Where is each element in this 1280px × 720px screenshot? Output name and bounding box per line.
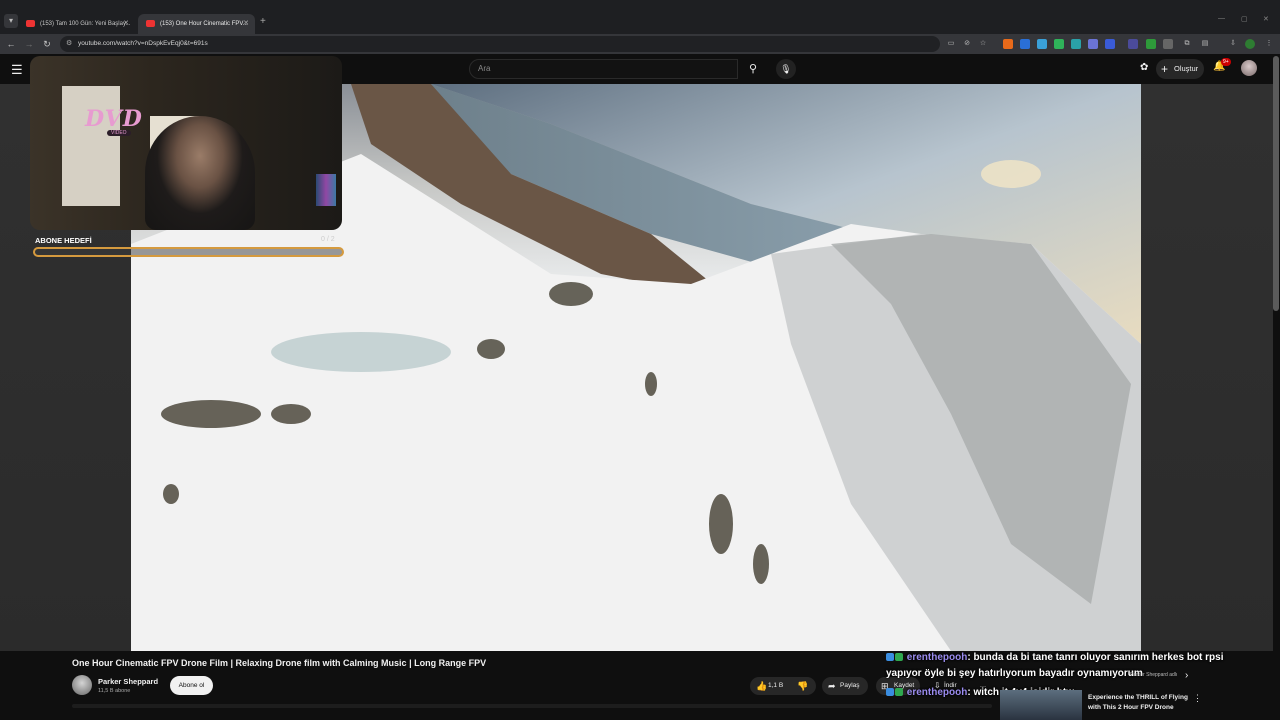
close-window-icon[interactable]: ✕: [1263, 15, 1269, 23]
tab-2[interactable]: (153) One Hour Cinematic FPV... ✕: [138, 14, 255, 34]
share-label: Paylaş: [840, 682, 860, 689]
extension-icon[interactable]: [1037, 39, 1047, 49]
subscriber-goal-bar: [33, 247, 344, 257]
back-icon[interactable]: ←: [4, 37, 18, 51]
channel-name[interactable]: Parker Sheppard: [98, 677, 158, 686]
rgb-pc-case: [316, 174, 336, 206]
dvd-logo: DVD: [85, 106, 143, 132]
tab-1-label: (153) Tam 100 Gün: Yeni Başlay...: [40, 21, 131, 27]
description-box[interactable]: [72, 704, 992, 708]
subscriber-goal-count: 0 / 2: [321, 236, 335, 243]
recommendation-title[interactable]: Experience the THRILL of Flying with Thi…: [1088, 693, 1193, 713]
streamer-figure: [145, 116, 255, 230]
recommendation-menu-icon[interactable]: ⋮: [1193, 693, 1202, 704]
bookmark-star-icon[interactable]: ☆: [978, 39, 988, 49]
subscriber-goal-label: ABONE HEDEFİ: [35, 236, 92, 245]
extension-icon[interactable]: [1163, 39, 1173, 49]
maximize-icon[interactable]: ▢: [1241, 15, 1248, 23]
dislike-button[interactable]: 👎: [793, 677, 813, 695]
browser-tabstrip: ▾ (153) Tam 100 Gün: Yeni Başlay... ✕ (1…: [0, 0, 1280, 34]
close-tab-icon[interactable]: ✕: [123, 14, 129, 34]
extension-icon[interactable]: [1071, 39, 1081, 49]
site-info-icon[interactable]: ⚙: [66, 36, 72, 52]
minimize-icon[interactable]: —: [1218, 15, 1225, 22]
recommendation-channel-hint: Parker Sheppard adlı: [1130, 672, 1178, 678]
webcam-overlay: DVD VIDEO: [30, 56, 342, 230]
reload-icon[interactable]: ↻: [40, 37, 54, 51]
tab-1[interactable]: (153) Tam 100 Gün: Yeni Başlay... ✕: [18, 14, 135, 34]
address-bar[interactable]: ⚙ youtube.com/watch?v=nDspkEvEqj0&t=691s: [60, 36, 940, 52]
recommendation-thumbnail[interactable]: [1000, 690, 1082, 720]
sidepanel-icon[interactable]: ▤: [1200, 39, 1210, 49]
hamburger-menu-icon[interactable]: ☰: [11, 62, 23, 78]
close-tab-icon[interactable]: ✕: [243, 14, 249, 34]
share-arrow-icon: ➦: [828, 681, 836, 691]
settings-gear-icon[interactable]: ✿: [1140, 62, 1148, 73]
extension-icon[interactable]: [1020, 39, 1030, 49]
url-text: youtube.com/watch?v=nDspkEvEqj0&t=691s: [78, 40, 208, 47]
eye-off-icon[interactable]: ⊘: [962, 39, 972, 49]
like-count: 1,1 B: [768, 682, 784, 689]
create-label: Oluştur: [1174, 64, 1199, 73]
extension-icon[interactable]: [1146, 39, 1156, 49]
menu-dots-icon[interactable]: ⋮: [1264, 39, 1274, 49]
search-input[interactable]: Ara: [469, 59, 738, 79]
chat-username: erenthepooh: [906, 652, 968, 663]
channel-avatar[interactable]: [72, 675, 92, 695]
notification-badge: 9+: [1221, 58, 1231, 66]
cast-icon[interactable]: ▭: [946, 39, 956, 49]
browser-toolbar: ← → ↻ ⚙ youtube.com/watch?v=nDspkEvEqj0&…: [0, 34, 1280, 54]
youtube-favicon-icon: [146, 20, 155, 27]
account-avatar[interactable]: [1241, 60, 1257, 76]
player-right-backdrop: [1141, 84, 1273, 651]
video-title: One Hour Cinematic FPV Drone Film | Rela…: [72, 658, 487, 668]
chat-text: : bunda da bi tane tanrı oluyor sanırım …: [967, 652, 1224, 663]
chat-username: erenthepooh: [906, 687, 968, 698]
new-tab-icon[interactable]: +: [260, 14, 272, 30]
page-scrollbar[interactable]: [1273, 56, 1279, 311]
thumbs-down-icon: 👎: [797, 681, 809, 691]
room-door: [62, 86, 120, 206]
profile-icon[interactable]: [1245, 39, 1255, 49]
extension-icon[interactable]: [1054, 39, 1064, 49]
chat-message: yapıyor öyle bi şey hatırlıyorum bayadır…: [886, 668, 1143, 679]
next-chevron-icon[interactable]: ›: [1185, 670, 1188, 681]
extension-icon[interactable]: [1088, 39, 1098, 49]
extension-icon[interactable]: [1003, 39, 1013, 49]
chat-badge-icon: [886, 653, 894, 661]
chat-badge-icon: [895, 653, 903, 661]
chat-badge-icon: [895, 688, 903, 696]
microphone-icon[interactable]: 🎙: [776, 59, 796, 79]
extensions-puzzle-icon[interactable]: ⧉: [1182, 39, 1192, 49]
create-button[interactable]: + Oluştur: [1156, 59, 1204, 79]
thumbs-up-icon: 👍: [756, 681, 768, 691]
search-icon[interactable]: ⚲: [738, 59, 768, 79]
chat-badge-icon: [886, 688, 894, 696]
downloads-icon[interactable]: ⇩: [1228, 39, 1238, 49]
dvd-logo-sub: VIDEO: [107, 130, 131, 136]
forward-icon[interactable]: →: [22, 37, 36, 51]
chat-message: erenthepooh: bunda da bi tane tanrı oluy…: [886, 652, 1224, 663]
extension-icon[interactable]: [1128, 39, 1138, 49]
tab-search-icon[interactable]: ▾: [4, 14, 18, 28]
tab-2-label: (153) One Hour Cinematic FPV...: [160, 21, 248, 27]
subscribe-button[interactable]: Abone ol: [170, 676, 213, 695]
extension-icon[interactable]: [1105, 39, 1115, 49]
chat-text: yapıyor öyle bi şey hatırlıyorum bayadır…: [886, 668, 1143, 679]
plus-icon: +: [1161, 62, 1169, 76]
channel-subscriber-count: 11,5 B abone: [98, 688, 131, 694]
youtube-favicon-icon: [26, 20, 35, 27]
share-button[interactable]: ➦ Paylaş: [822, 677, 868, 695]
